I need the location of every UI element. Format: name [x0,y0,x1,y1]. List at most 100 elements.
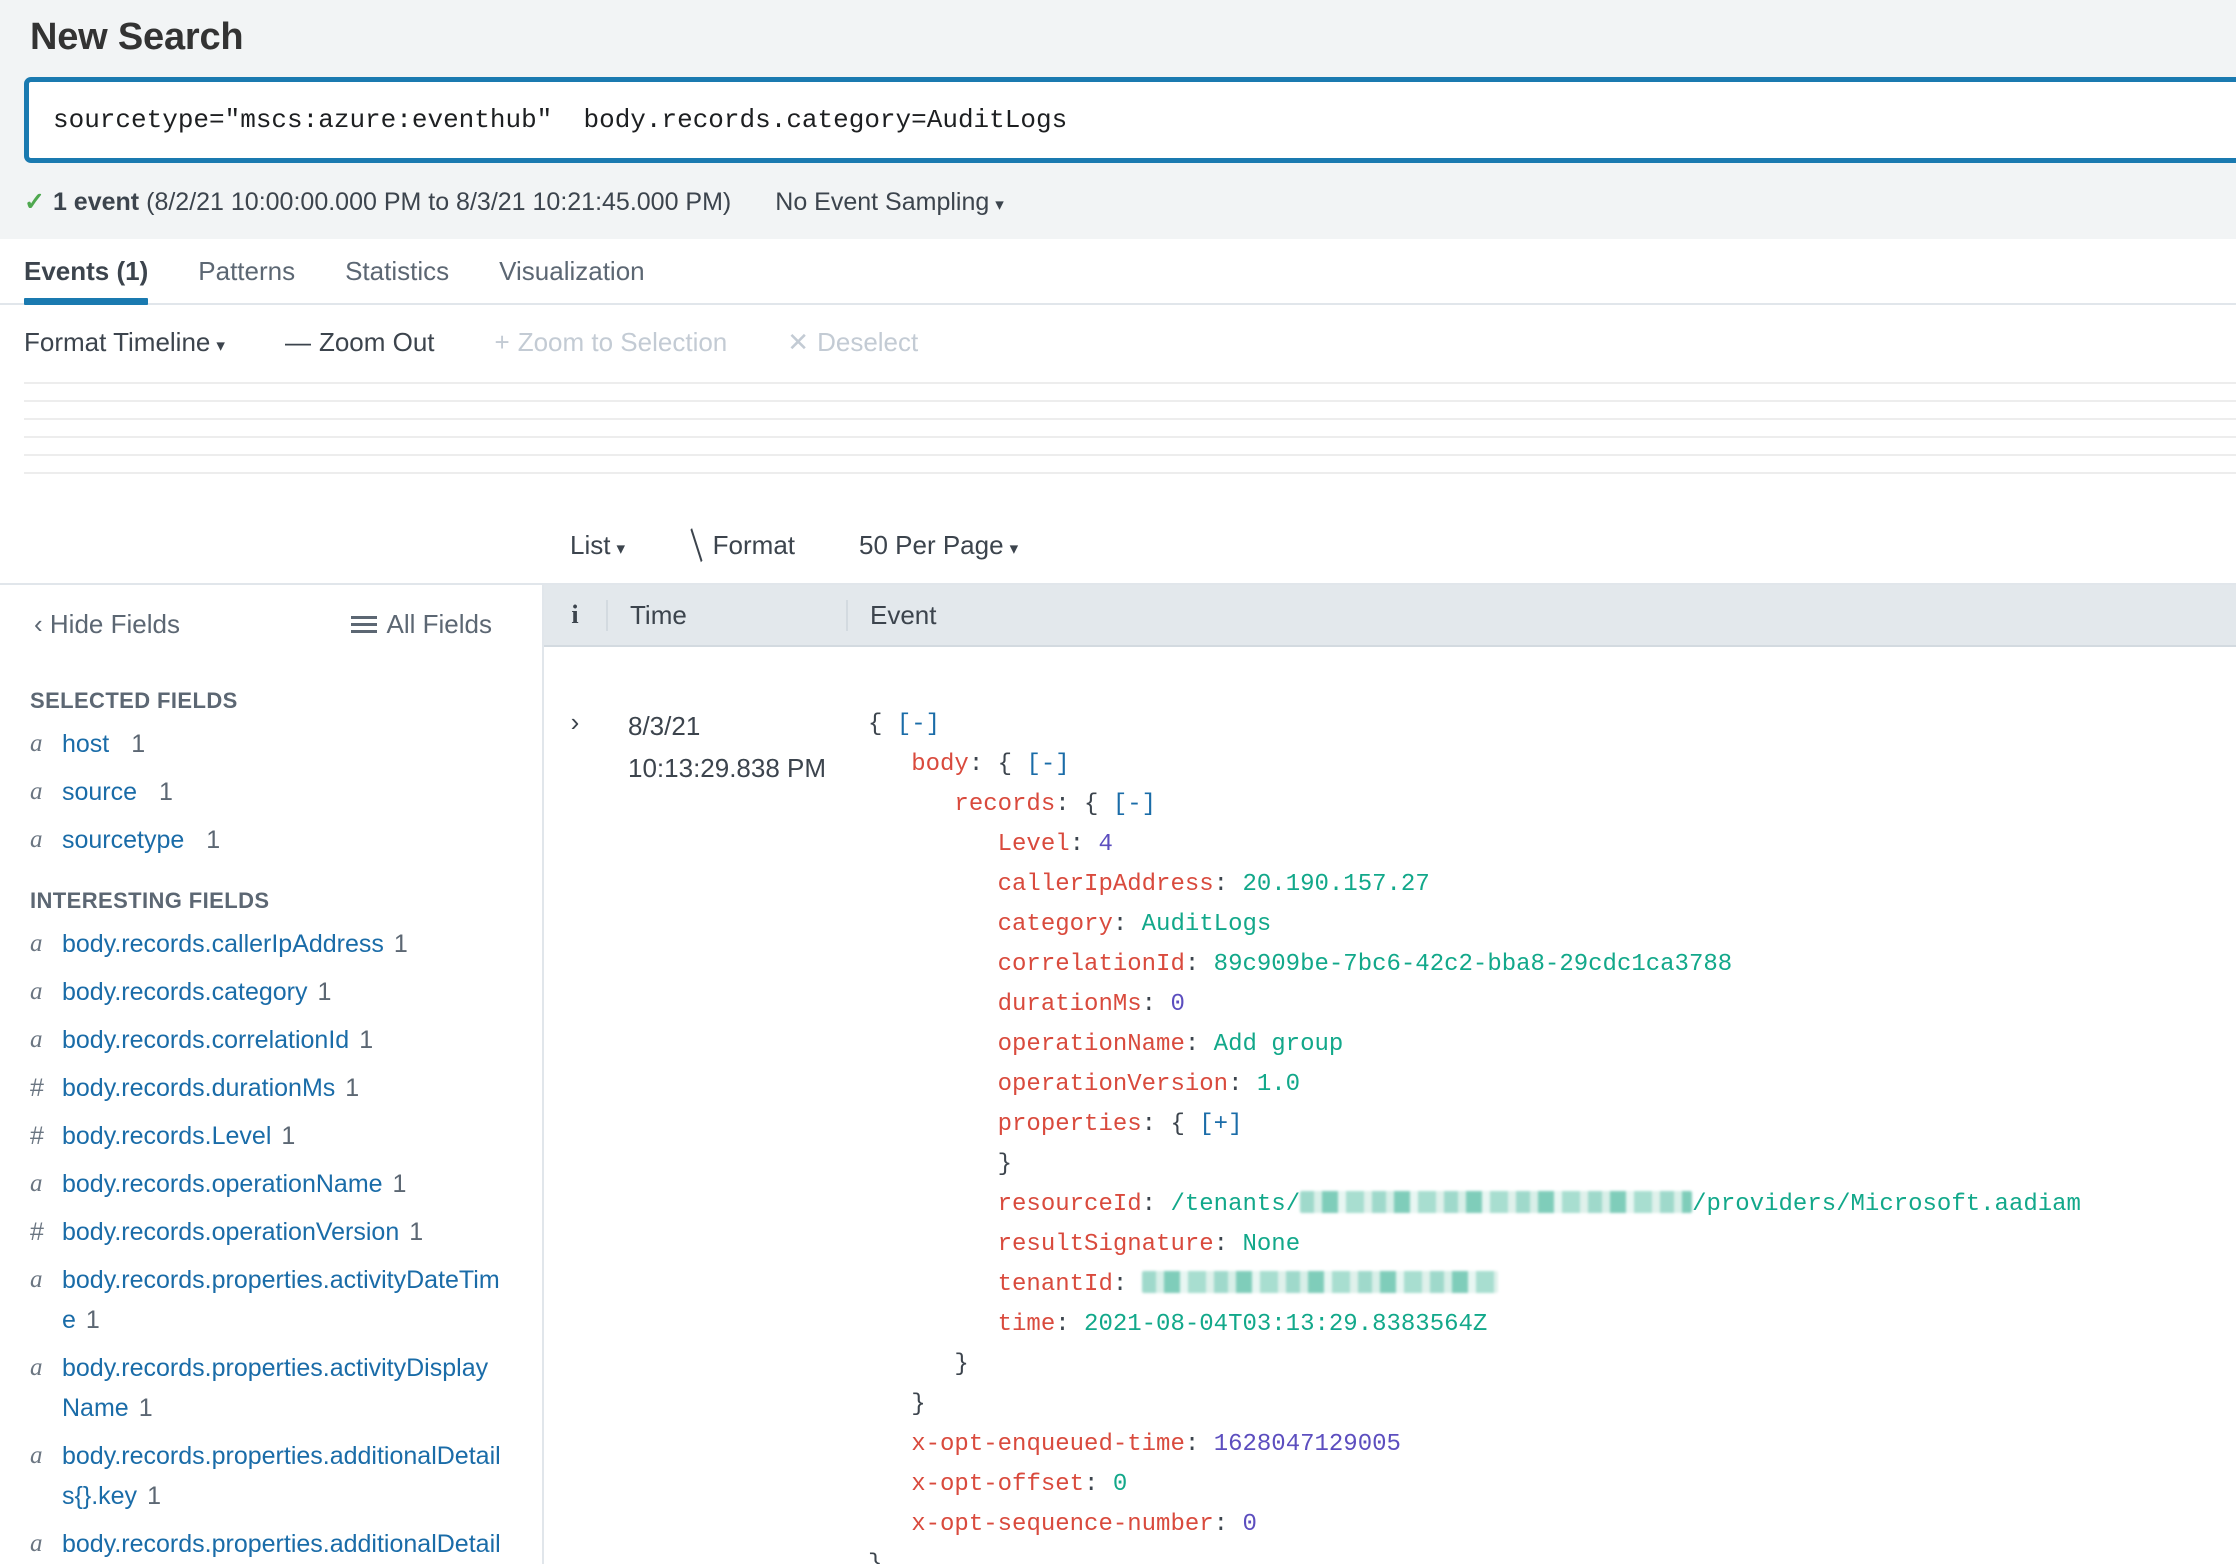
field-name: body.records.correlationId 1 [62,1026,374,1054]
json-value[interactable]: 89c909be-7bc6-42c2-bba8-29cdc1ca3788 [1214,951,1732,978]
selected-fields-title: SELECTED FIELDS [30,688,238,713]
deselect-button[interactable]: ✕ Deselect [787,327,918,358]
json-punct: : [1084,1471,1113,1498]
json-key[interactable]: resultSignature [998,1231,1214,1258]
json-key[interactable]: resourceId [998,1191,1142,1218]
per-page-dropdown[interactable]: 50 Per Page ▾ [859,530,1018,561]
json-value[interactable]: None [1242,1231,1300,1258]
json-line: } [868,1345,2236,1385]
list-item[interactable]: # body.records.operationVersion 1 [30,1208,542,1256]
json-value[interactable]: 0 [1170,991,1184,1018]
view-mode-label: List [570,530,611,560]
json-brace: } [868,1551,882,1564]
fields-sidebar-header: ‹ Hide Fields All Fields [0,585,542,664]
list-item[interactable]: a source 1 [30,768,542,816]
field-type-icon: a [30,826,43,853]
json-key[interactable]: category [998,911,1113,938]
field-type-icon: a [30,730,43,757]
json-value[interactable]: 2021-08-04T03:13:29.8383564Z [1084,1311,1487,1338]
list-item[interactable]: a body.records.properties.additionalDetai… [30,1520,542,1564]
json-value[interactable]: Add group [1214,1031,1344,1058]
field-type-icon: a [30,1530,43,1557]
success-check-icon: ✓ [24,188,45,216]
list-item[interactable]: a body.records.properties.activityDateTim… [30,1256,542,1344]
list-item[interactable]: a body.records.callerIpAddress 1 [30,920,542,968]
list-item[interactable]: a host 1 [30,720,542,768]
json-key[interactable]: durationMs [998,991,1142,1018]
json-value[interactable]: 4 [1098,831,1112,858]
chevron-down-icon: ▾ [1009,539,1019,558]
json-key[interactable]: time [998,1311,1056,1338]
zoom-out-button[interactable]: — Zoom Out [285,327,435,358]
json-collapse-toggle[interactable]: [-] [897,711,940,738]
list-item[interactable]: # body.records.durationMs 1 [30,1064,542,1112]
event-count-row: ✓ 1 event (8/2/21 10:00:00.000 PM to 8/3… [0,163,2236,239]
field-type-icon: a [30,1442,43,1469]
json-key[interactable]: operationVersion [998,1071,1228,1098]
json-key[interactable]: x-opt-sequence-number [911,1511,1213,1538]
list-item[interactable]: # body.records.Level 1 [30,1112,542,1160]
time-range-label: (8/2/21 10:00:00.000 PM to 8/3/21 10:21:… [146,187,732,216]
json-punct: : [1055,1311,1085,1338]
column-header-info: i [571,600,579,629]
timeline-chart[interactable] [24,382,2236,492]
json-key[interactable]: x-opt-offset [911,1471,1084,1498]
field-name: body.records.properties.activityDisplayN… [62,1354,489,1422]
format-button[interactable]: ╱Format [680,529,795,561]
hide-fields-button[interactable]: ‹ Hide Fields [34,609,180,640]
json-collapse-toggle[interactable]: [-] [1113,791,1156,818]
json-value[interactable]: 1628047129005 [1214,1431,1401,1458]
json-key[interactable]: body [911,751,969,778]
json-key[interactable]: properties [998,1111,1142,1138]
json-punct: : [1213,1511,1243,1538]
field-name: source [62,778,138,806]
json-key[interactable]: operationName [998,1031,1185,1058]
json-collapse-toggle[interactable]: [-] [1026,751,1069,778]
tab-patterns[interactable]: Patterns [198,256,321,303]
redacted-value [1300,1191,1693,1213]
field-count: 1 [85,1306,100,1334]
tab-events[interactable]: Events (1) [24,256,174,305]
all-fields-button[interactable]: All Fields [350,609,492,640]
json-value[interactable]: 0 [1113,1471,1127,1498]
list-item[interactable]: a body.records.operationName 1 [30,1160,542,1208]
json-value[interactable]: AuditLogs [1142,911,1272,938]
json-key[interactable]: records [954,791,1055,818]
json-key[interactable]: tenantId [998,1271,1113,1298]
json-collapse-toggle[interactable]: [+] [1199,1111,1242,1138]
list-item[interactable]: a body.records.category 1 [30,968,542,1016]
event-sampling-dropdown[interactable]: No Event Sampling ▾ [775,188,1004,217]
search-query-text: sourcetype="mscs:azure:eventhub" body.re… [53,105,1068,135]
json-value[interactable]: 1.0 [1257,1071,1300,1098]
json-value[interactable]: 20.190.157.27 [1242,871,1429,898]
zoom-to-selection-button[interactable]: + Zoom to Selection [495,327,728,358]
json-key[interactable]: correlationId [998,951,1185,978]
json-brace: } [911,1391,926,1418]
json-key[interactable]: Level [998,831,1070,858]
search-input[interactable]: sourcetype="mscs:azure:eventhub" body.re… [24,77,2236,163]
json-line: time: 2021-08-04T03:13:29.8383564Z [868,1305,2236,1345]
list-item[interactable]: a sourcetype 1 [30,816,542,864]
list-item[interactable]: a body.records.correlationId 1 [30,1016,542,1064]
json-value-suffix[interactable]: /providers/Microsoft.aadiam [1692,1191,2081,1218]
view-mode-dropdown[interactable]: List ▾ [570,530,625,561]
list-item[interactable]: a body.records.properties.additionalDetai… [30,1432,542,1520]
list-item[interactable]: a body.records.properties.activityDisplay… [30,1344,542,1432]
json-key[interactable]: callerIpAddress [998,871,1214,898]
json-value[interactable]: 0 [1242,1511,1256,1538]
field-count: 1 [281,1122,296,1150]
json-key[interactable]: x-opt-enqueued-time [911,1431,1185,1458]
json-punct: : [1184,951,1214,978]
fields-sidebar: ‹ Hide Fields All Fields SELECTED FIELDS… [0,583,542,1564]
tab-statistics[interactable]: Statistics [345,256,475,303]
format-timeline-dropdown[interactable]: Format Timeline ▾ [24,327,225,358]
json-punct: : [1184,1431,1214,1458]
json-value-prefix[interactable]: /tenants/ [1170,1191,1300,1218]
expand-row-toggle[interactable]: › [544,667,606,1564]
tab-visualization[interactable]: Visualization [499,256,671,303]
json-line: resultSignature: None [868,1225,2236,1265]
